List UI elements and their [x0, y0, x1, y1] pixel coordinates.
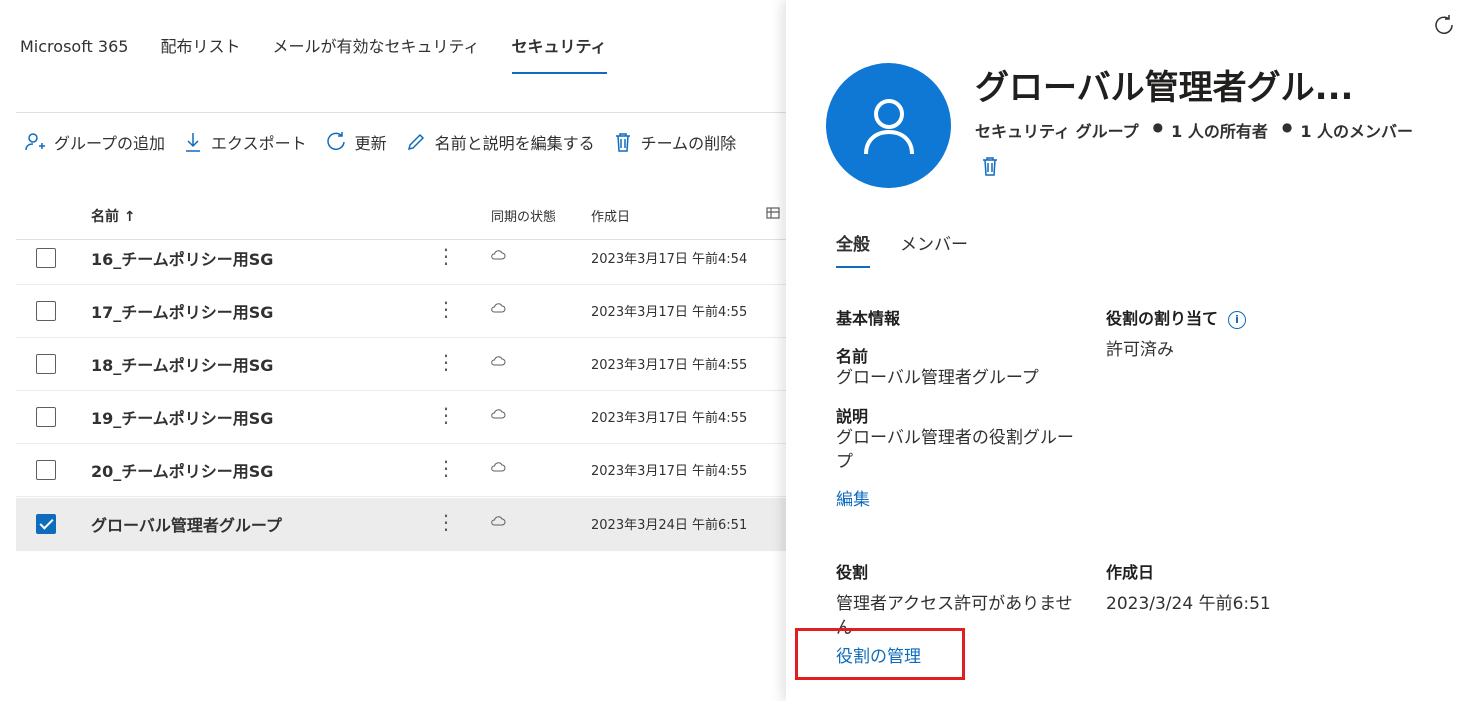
table-row[interactable]: 20_チームポリシー用SG ⋮ 2023年3月17日 午前4:55 — [16, 444, 790, 497]
created-date: 2023年3月24日 午前6:51 — [591, 518, 748, 533]
export-button[interactable]: エクスポート — [183, 130, 307, 154]
more-actions-icon[interactable]: ⋮ — [436, 297, 456, 321]
panel-tabs: 全般 メンバー — [836, 230, 998, 268]
person-icon — [863, 98, 914, 154]
basic-info-heading: 基本情報 — [836, 309, 901, 328]
column-header-sync[interactable]: 同期の状態 — [491, 206, 556, 225]
cloud-icon — [490, 299, 506, 318]
created-date: 2023年3月17日 午前4:55 — [591, 464, 748, 479]
group-type: セキュリティ グループ — [975, 122, 1139, 141]
row-checkbox[interactable] — [36, 407, 56, 427]
panel-title: グローバル管理者グル... — [975, 68, 1354, 108]
tab-microsoft-365[interactable]: Microsoft 365 — [20, 36, 128, 74]
bullet-icon: ● — [1281, 120, 1293, 134]
add-group-label: グループの追加 — [54, 134, 166, 153]
more-actions-icon[interactable]: ⋮ — [436, 456, 456, 480]
group-name[interactable]: 16_チームポリシー用SG — [91, 246, 273, 270]
add-person-icon — [25, 133, 45, 151]
delete-team-button[interactable]: チームの削除 — [613, 130, 737, 154]
member-count[interactable]: 1 人のメンバー — [1300, 118, 1413, 142]
column-options-icon[interactable] — [766, 206, 782, 226]
edit-name-description-button[interactable]: 名前と説明を編集する — [405, 130, 595, 154]
add-group-button[interactable]: グループの追加 — [24, 130, 165, 154]
column-header-name[interactable]: 名前 ↑ — [91, 206, 136, 226]
row-checkbox[interactable] — [36, 301, 56, 321]
refresh-button[interactable]: 更新 — [325, 130, 387, 154]
delete-team-label: チームの削除 — [640, 134, 737, 153]
group-avatar — [826, 63, 951, 188]
cloud-icon — [490, 246, 506, 265]
more-actions-icon[interactable]: ⋮ — [436, 350, 456, 374]
row-checkbox[interactable] — [36, 248, 56, 268]
refresh-label: 更新 — [354, 134, 387, 153]
table-row[interactable]: 19_チームポリシー用SG ⋮ 2023年3月17日 午前4:55 — [16, 391, 790, 444]
group-name[interactable]: 17_チームポリシー用SG — [91, 299, 273, 323]
tab-security[interactable]: セキュリティ — [511, 36, 607, 74]
group-name[interactable]: 19_チームポリシー用SG — [91, 405, 273, 429]
tab-members[interactable]: メンバー — [900, 230, 968, 268]
name-label: 名前 — [836, 347, 869, 366]
column-header-created[interactable]: 作成日 — [591, 206, 630, 225]
export-label: エクスポート — [211, 134, 307, 153]
created-label: 作成日 — [1106, 563, 1155, 582]
group-name[interactable]: グローバル管理者グループ — [91, 512, 282, 536]
trash-icon — [615, 133, 630, 152]
info-icon[interactable]: i — [1228, 311, 1247, 329]
group-type-tabs: Microsoft 365 配布リスト メールが有効なセキュリティ セキュリティ — [20, 36, 639, 74]
description-label: 説明 — [836, 407, 869, 426]
group-name[interactable]: 20_チームポリシー用SG — [91, 458, 273, 482]
table-row[interactable]: 16_チームポリシー用SG ⋮ 2023年3月17日 午前4:54 — [16, 232, 790, 285]
role-assignment-heading: 役割の割り当て i — [1106, 305, 1247, 329]
role-assignment-label: 役割の割り当て — [1106, 309, 1219, 328]
download-icon — [186, 133, 201, 152]
table-row-selected[interactable]: グローバル管理者グループ ⋮ 2023年3月24日 午前6:51 — [16, 498, 790, 551]
roles-label: 役割 — [836, 563, 869, 582]
cloud-icon — [490, 512, 506, 531]
role-assignment-value: 許可済み — [1106, 340, 1174, 360]
cloud-icon — [490, 352, 506, 371]
created-date: 2023年3月17日 午前4:54 — [591, 252, 748, 267]
more-actions-icon[interactable]: ⋮ — [436, 510, 456, 534]
description-value: グローバル管理者の役割グループ — [836, 428, 1074, 472]
more-actions-icon[interactable]: ⋮ — [436, 244, 456, 268]
created-date: 2023年3月17日 午前4:55 — [591, 358, 748, 373]
group-details-panel: グローバル管理者グル... セキュリティ グループ ● 1 人の所有者 ● 1 … — [786, 0, 1469, 701]
pencil-icon — [407, 133, 424, 151]
delete-group-icon[interactable] — [980, 155, 1000, 181]
group-name[interactable]: 18_チームポリシー用SG — [91, 352, 273, 376]
owner-count[interactable]: 1 人の所有者 — [1171, 118, 1268, 142]
group-summary: セキュリティ グループ ● 1 人の所有者 ● 1 人のメンバー — [975, 118, 1413, 142]
row-checkbox-checked[interactable] — [36, 514, 56, 534]
created-date: 2023年3月17日 午前4:55 — [591, 305, 748, 320]
created-value: 2023/3/24 午前6:51 — [1106, 594, 1271, 614]
cloud-icon — [490, 458, 506, 477]
row-checkbox[interactable] — [36, 354, 56, 374]
table-row[interactable]: 17_チームポリシー用SG ⋮ 2023年3月17日 午前4:55 — [16, 285, 790, 338]
tab-distribution-list[interactable]: 配布リスト — [160, 36, 240, 74]
bullet-icon: ● — [1152, 120, 1164, 134]
name-value: グローバル管理者グループ — [836, 368, 1039, 388]
divider — [16, 112, 790, 113]
highlight-box — [795, 628, 965, 680]
tab-general[interactable]: 全般 — [836, 230, 870, 268]
tab-mail-enabled-security[interactable]: メールが有効なセキュリティ — [272, 36, 479, 74]
command-bar: グループの追加 エクスポート 更新 名前と説明を編集する チームの削除 — [24, 128, 754, 156]
created-date: 2023年3月17日 午前4:55 — [591, 411, 748, 426]
row-checkbox[interactable] — [36, 460, 56, 480]
edit-name-description-label: 名前と説明を編集する — [434, 134, 595, 153]
table-row[interactable]: 18_チームポリシー用SG ⋮ 2023年3月17日 午前4:55 — [16, 338, 790, 391]
cloud-icon — [490, 405, 506, 424]
more-actions-icon[interactable]: ⋮ — [436, 403, 456, 427]
refresh-icon — [326, 132, 345, 151]
groups-list-page: Microsoft 365 配布リスト メールが有効なセキュリティ セキュリティ… — [0, 0, 790, 701]
edit-link[interactable]: 編集 — [836, 485, 870, 510]
refresh-icon[interactable] — [1433, 14, 1455, 40]
